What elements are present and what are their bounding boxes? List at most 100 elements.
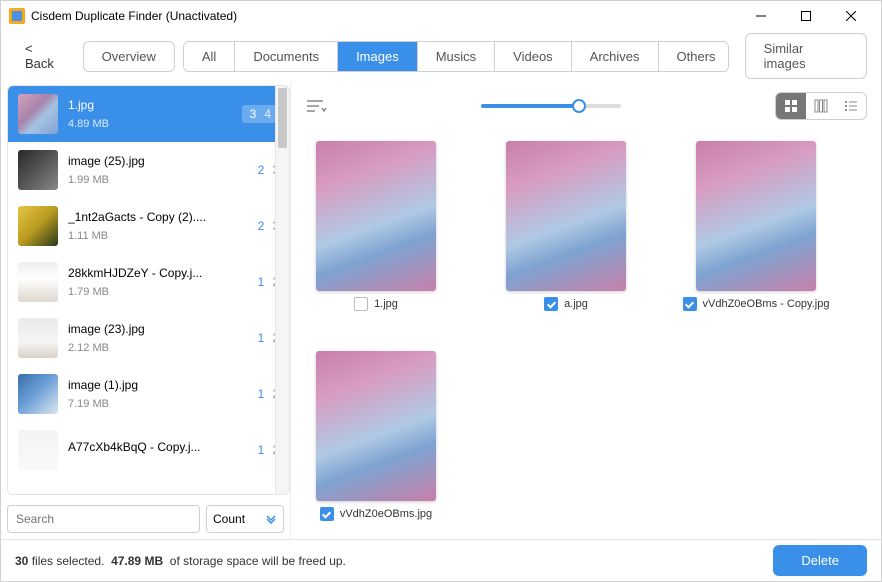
- group-thumbnail: [18, 430, 58, 470]
- group-size: 1.99 MB: [68, 174, 248, 186]
- thumbnail-checkbox[interactable]: [320, 507, 334, 521]
- file-gallery: 1.jpga.jpgvVdhZ0eOBms - Copy.jpgvVdhZ0eO…: [291, 81, 881, 539]
- group-name: image (23).jpg: [68, 322, 248, 336]
- thumbnail-label: vVdhZ0eOBms - Copy.jpg: [703, 298, 830, 310]
- group-name: _1nt2aGacts - Copy (2)....: [68, 210, 248, 224]
- gallery-toolbar: [291, 81, 881, 131]
- thumbnail-label: 1.jpg: [374, 298, 398, 310]
- group-info: A77cXb4kBqQ - Copy.j...: [68, 440, 248, 460]
- group-row[interactable]: _1nt2aGacts - Copy (2)....1.11 MB23: [8, 198, 289, 254]
- group-info: image (23).jpg 2.12 MB: [68, 322, 248, 354]
- thumbnail-checkbox[interactable]: [354, 297, 368, 311]
- tab-images[interactable]: Images: [338, 42, 418, 71]
- thumbnail-card[interactable]: vVdhZ0eOBms - Copy.jpg: [691, 141, 821, 311]
- sidebar-scrollbar-thumb[interactable]: [278, 88, 287, 148]
- thumbnail-footer: vVdhZ0eOBms.jpg: [301, 507, 451, 521]
- group-info: _1nt2aGacts - Copy (2).... 1.11 MB: [68, 210, 248, 242]
- group-thumbnail: [18, 150, 58, 190]
- thumbnail-card[interactable]: 1.jpg: [311, 141, 441, 311]
- tab-documents[interactable]: Documents: [235, 42, 338, 71]
- group-size: 1.11 MB: [68, 230, 248, 242]
- tab-musics[interactable]: Musics: [418, 42, 495, 71]
- thumbnail-checkbox[interactable]: [544, 297, 558, 311]
- group-info: image (1).jpg 7.19 MB: [68, 378, 248, 410]
- group-name: 1.jpg: [68, 98, 232, 112]
- thumbnail-footer: a.jpg: [491, 297, 641, 311]
- group-selected-count: 1: [258, 387, 265, 401]
- category-tabs: All Documents Images Musics Videos Archi…: [183, 41, 729, 72]
- thumbnail-card[interactable]: vVdhZ0eOBms.jpg: [311, 351, 441, 521]
- sort-icon[interactable]: [305, 97, 327, 115]
- close-button[interactable]: [828, 2, 873, 30]
- group-name: image (1).jpg: [68, 378, 248, 392]
- group-info: 28kkmHJDZeY - Copy.j... 1.79 MB: [68, 266, 248, 298]
- group-row[interactable]: image (1).jpg7.19 MB12: [8, 366, 289, 422]
- thumbnail-label: vVdhZ0eOBms.jpg: [340, 508, 432, 520]
- thumbnail-card[interactable]: a.jpg: [501, 141, 631, 311]
- group-size: 4.89 MB: [68, 118, 232, 130]
- view-columns-button[interactable]: [806, 93, 836, 119]
- chevron-down-icon: [265, 513, 277, 525]
- group-selected-count: 1: [258, 331, 265, 345]
- view-list-button[interactable]: [836, 93, 866, 119]
- app-icon: [9, 8, 25, 24]
- group-thumbnail: [18, 318, 58, 358]
- group-thumbnail: [18, 374, 58, 414]
- tab-others[interactable]: Others: [659, 42, 729, 71]
- group-selected-count: 2: [258, 219, 265, 233]
- tab-all[interactable]: All: [184, 42, 235, 71]
- delete-button[interactable]: Delete: [773, 545, 867, 576]
- sidebar-scrollbar[interactable]: [275, 86, 289, 494]
- group-row[interactable]: 1.jpg 4.89 MB 34: [8, 86, 289, 142]
- window-title: Cisdem Duplicate Finder (Unactivated): [31, 9, 738, 23]
- main-area: 1.jpg 4.89 MB 34 image (25).jpg 1.99 MB 2 3 _1n…: [1, 81, 881, 539]
- group-selected-count: 2: [258, 163, 265, 177]
- window-controls: [738, 2, 873, 30]
- toolbar: < Back Overview All Documents Images Mus…: [1, 31, 881, 81]
- thumbnail-image: [316, 141, 436, 291]
- group-total-count: 4: [264, 107, 271, 121]
- sort-select[interactable]: Count: [206, 505, 284, 533]
- maximize-button[interactable]: [783, 2, 828, 30]
- sidebar-footer: Count: [1, 499, 290, 539]
- search-input[interactable]: [7, 505, 200, 533]
- group-name: image (25).jpg: [68, 154, 248, 168]
- group-selected-count: 1: [258, 443, 265, 457]
- overview-button[interactable]: Overview: [83, 41, 175, 72]
- group-row[interactable]: image (25).jpg1.99 MB23: [8, 142, 289, 198]
- sort-select-label: Count: [213, 512, 245, 526]
- group-thumbnail: [18, 94, 58, 134]
- minimize-button[interactable]: [738, 2, 783, 30]
- thumbnail-checkbox[interactable]: [683, 297, 697, 311]
- view-mode-toggle: [775, 92, 867, 120]
- thumbnail-image: [696, 141, 816, 291]
- group-list: 1.jpg 4.89 MB 34 image (25).jpg 1.99 MB 2 3 _1n…: [7, 85, 290, 495]
- view-grid-button[interactable]: [776, 93, 806, 119]
- thumbnail-image: [506, 141, 626, 291]
- thumbnail-label: a.jpg: [564, 298, 588, 310]
- duplicate-groups-sidebar: 1.jpg 4.89 MB 34 image (25).jpg 1.99 MB 2 3 _1n…: [1, 81, 291, 539]
- tab-videos[interactable]: Videos: [495, 42, 572, 71]
- title-bar: Cisdem Duplicate Finder (Unactivated): [1, 1, 881, 31]
- similar-images-button[interactable]: Similar images: [745, 33, 867, 79]
- thumbnail-footer: 1.jpg: [301, 297, 451, 311]
- group-size: 7.19 MB: [68, 398, 248, 410]
- group-selected-count: 3: [250, 107, 257, 121]
- thumbnail-image: [316, 351, 436, 501]
- group-row[interactable]: 28kkmHJDZeY - Copy.j...1.79 MB12: [8, 254, 289, 310]
- group-name: 28kkmHJDZeY - Copy.j...: [68, 266, 248, 280]
- group-info: image (25).jpg 1.99 MB: [68, 154, 248, 186]
- thumbnail-size-slider[interactable]: [327, 104, 775, 108]
- group-row[interactable]: image (23).jpg2.12 MB12: [8, 310, 289, 366]
- status-text: 30 files selected. 47.89 MB of storage s…: [15, 554, 346, 568]
- group-row[interactable]: A77cXb4kBqQ - Copy.j...12: [8, 422, 289, 478]
- group-counts: 34: [242, 105, 279, 123]
- group-size: 2.12 MB: [68, 342, 248, 354]
- group-size: 1.79 MB: [68, 286, 248, 298]
- back-button[interactable]: < Back: [15, 35, 75, 77]
- tab-archives[interactable]: Archives: [572, 42, 659, 71]
- group-name: A77cXb4kBqQ - Copy.j...: [68, 440, 248, 454]
- thumbnail-footer: vVdhZ0eOBms - Copy.jpg: [681, 297, 831, 311]
- status-bar: 30 files selected. 47.89 MB of storage s…: [1, 539, 881, 581]
- group-thumbnail: [18, 206, 58, 246]
